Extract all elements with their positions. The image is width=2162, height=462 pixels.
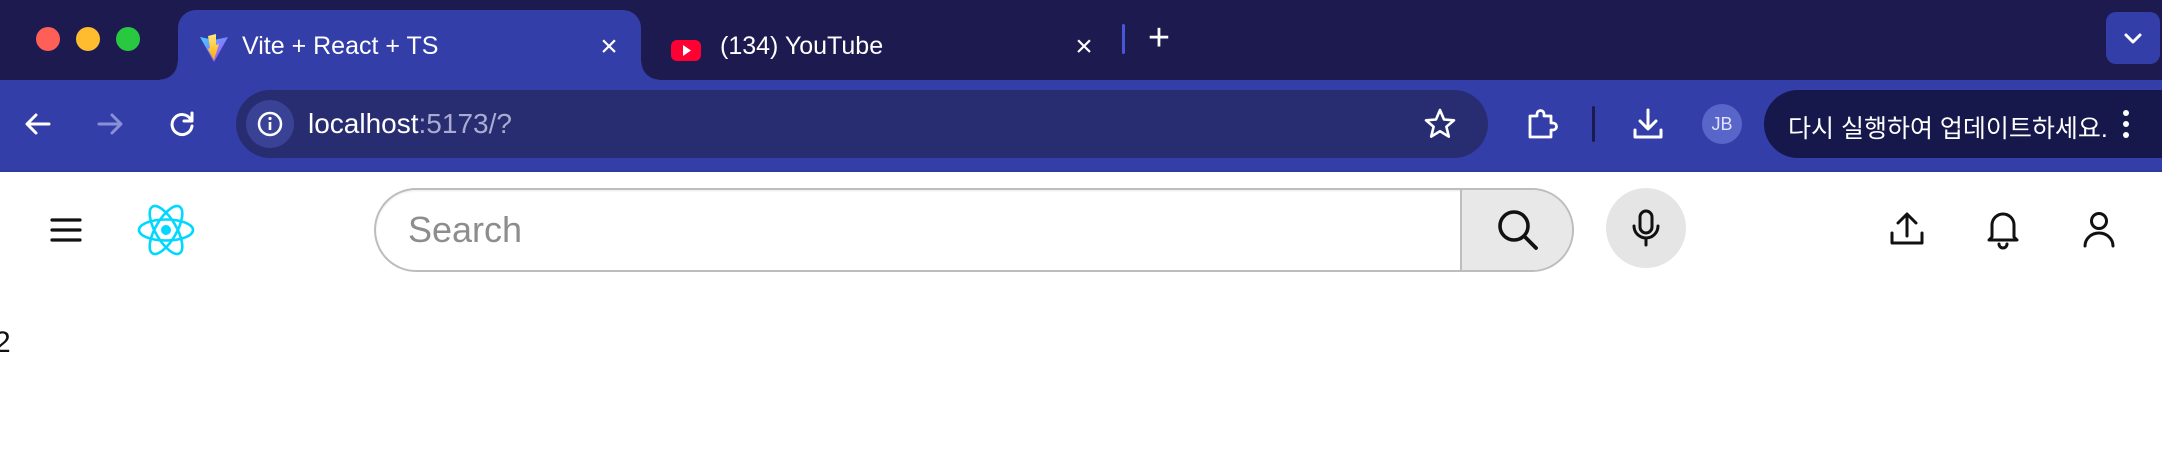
tab-title: (134) YouTube <box>720 32 884 60</box>
body-text: 2 <box>0 326 11 359</box>
info-icon <box>257 111 283 137</box>
notifications-button[interactable] <box>1980 206 2026 252</box>
user-icon <box>2083 212 2115 248</box>
react-logo-icon <box>137 204 195 256</box>
profile-avatar[interactable]: JB <box>1702 104 1742 144</box>
tab-separator <box>1122 24 1125 54</box>
microphone-icon <box>1632 209 1660 247</box>
site-info-button[interactable] <box>246 100 294 148</box>
tab-close-button[interactable]: × <box>596 32 622 62</box>
url-host: localhost <box>308 108 419 139</box>
search-button[interactable] <box>1460 190 1572 270</box>
arrow-left-icon <box>25 113 51 135</box>
vite-logo-icon <box>200 34 228 62</box>
search-icon <box>1498 210 1538 250</box>
downloads-button[interactable] <box>1628 104 1668 144</box>
voice-search-button[interactable] <box>1606 188 1686 268</box>
tab-title: Vite + React + TS <box>242 32 439 60</box>
window-close-button[interactable] <box>36 27 60 51</box>
upload-icon <box>1890 212 1924 245</box>
bookmark-star-icon[interactable] <box>1422 106 1458 142</box>
chevron-down-icon <box>2124 33 2142 44</box>
content-top-border <box>0 170 2162 172</box>
search-bar <box>374 188 1574 272</box>
toolbar-divider <box>1592 106 1595 142</box>
tab-youtube[interactable]: (134) YouTube × <box>660 10 1120 80</box>
search-input[interactable] <box>376 190 1460 270</box>
window-minimize-button[interactable] <box>76 27 100 51</box>
bell-icon <box>1987 212 2019 250</box>
menu-button[interactable] <box>46 210 86 250</box>
browser-tab-strip: Vite + React + TS × (134) YouTube × + <box>0 0 2162 80</box>
browser-toolbar: localhost:5173/? JB 다시 실행하여 업데이트하세요. <box>0 80 2162 170</box>
more-vertical-icon[interactable] <box>2114 106 2138 142</box>
back-button[interactable] <box>18 104 58 144</box>
app-logo[interactable] <box>134 200 198 260</box>
address-bar[interactable]: localhost:5173/? <box>236 90 1488 158</box>
forward-button[interactable] <box>90 104 130 144</box>
youtube-logo-icon <box>671 40 701 61</box>
update-prompt-button[interactable]: 다시 실행하여 업데이트하세요. <box>1764 90 2162 158</box>
url-text[interactable]: localhost:5173/? <box>308 108 512 140</box>
menu-icon <box>50 218 82 242</box>
arrow-right-icon <box>97 113 123 135</box>
account-button[interactable] <box>2076 206 2122 252</box>
download-icon <box>1633 108 1663 139</box>
url-path: :5173/? <box>418 108 512 139</box>
tab-search-button[interactable] <box>2106 12 2160 64</box>
tab-close-button[interactable]: × <box>1071 32 1097 62</box>
reload-icon <box>170 111 194 136</box>
update-prompt-label: 다시 실행하여 업데이트하세요. <box>1788 115 2108 143</box>
reload-button[interactable] <box>162 104 202 144</box>
tab-vite-react-ts[interactable]: Vite + React + TS × <box>160 10 659 80</box>
puzzle-piece-icon <box>1528 109 1558 139</box>
new-tab-button[interactable]: + <box>1142 19 1176 58</box>
window-zoom-button[interactable] <box>116 27 140 51</box>
upload-button[interactable] <box>1884 206 1930 252</box>
extensions-button[interactable] <box>1522 104 1562 144</box>
